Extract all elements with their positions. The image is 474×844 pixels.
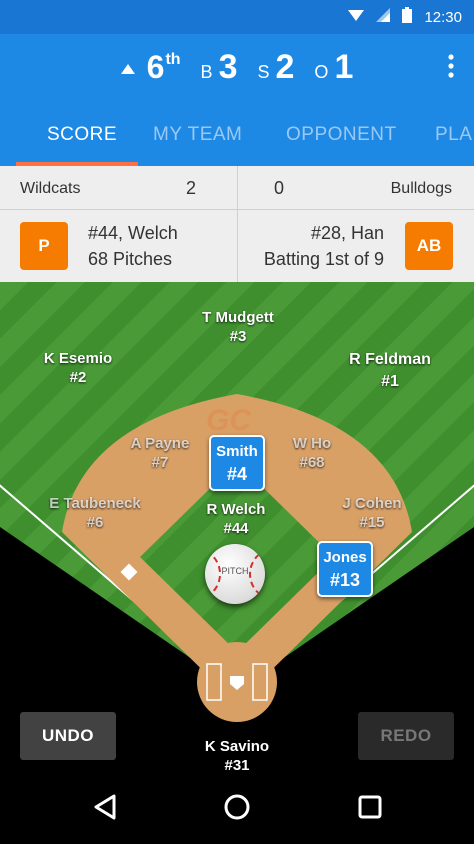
- home-icon[interactable]: [222, 792, 252, 822]
- fielder-third-base[interactable]: E Taubeneck #6: [40, 494, 150, 532]
- fielder-left-field[interactable]: K Esemio #2: [30, 349, 126, 387]
- balls-count: 3: [218, 48, 238, 86]
- pitch-button[interactable]: PITCH: [205, 544, 265, 604]
- current-pitcher[interactable]: #44, Welch 68 Pitches: [88, 220, 178, 272]
- fielder-name: K Savino: [204, 738, 270, 755]
- redo-button[interactable]: REDO: [358, 712, 454, 760]
- fielder-name: R Feldman: [349, 351, 431, 368]
- fielder-number: #68: [299, 454, 325, 471]
- status-time: 12:30: [424, 8, 462, 26]
- top-inning-arrow-icon: [120, 58, 135, 79]
- fielder-name: E Taubeneck: [49, 495, 141, 512]
- runner-name: Jones: [323, 549, 367, 566]
- pitch-label: PITCH: [221, 566, 249, 576]
- fielder-number: #44: [223, 520, 249, 537]
- status-icons: 12:30: [348, 7, 462, 27]
- back-icon[interactable]: [90, 792, 120, 822]
- fielder-number: #6: [86, 514, 104, 531]
- inning-indicator: 6th: [147, 49, 181, 86]
- fielder-number: #15: [359, 514, 385, 531]
- pitch-count: 68 Pitches: [88, 249, 173, 269]
- home-team-name: Wildcats: [20, 180, 81, 197]
- tab-opponent[interactable]: OPPONENT: [286, 124, 397, 146]
- current-batter[interactable]: #28, Han Batting 1st of 9: [264, 220, 384, 272]
- wifi-icon: [348, 8, 365, 26]
- runner-first-base[interactable]: Jones #13: [317, 541, 373, 597]
- fielder-number: #1: [381, 373, 399, 390]
- inning-suffix: th: [165, 51, 181, 68]
- home-team-score: 2: [186, 178, 197, 198]
- pitcher-name: #44, Welch: [88, 223, 178, 243]
- battery-icon: [402, 7, 413, 27]
- tab-plays[interactable]: PLA: [435, 124, 472, 146]
- tab-my-team[interactable]: MY TEAM: [153, 124, 242, 146]
- runner-second-base[interactable]: Smith #4: [209, 435, 265, 491]
- runner-number: #4: [226, 464, 248, 484]
- outs-label: O: [314, 62, 329, 82]
- game-count: 6th B 3 S 2 O 1: [0, 48, 474, 92]
- android-nav-bar: [0, 770, 474, 844]
- fielder-number: #7: [151, 454, 169, 471]
- undo-button[interactable]: UNDO: [20, 712, 116, 760]
- fielder-name: T Mudgett: [202, 309, 274, 326]
- gamechanger-logo: GC: [206, 404, 251, 437]
- away-team-name: Bulldogs: [390, 180, 452, 197]
- fielder-center-field[interactable]: T Mudgett #3: [190, 308, 286, 346]
- batting-order: Batting 1st of 9: [263, 249, 384, 269]
- fielder-number: #31: [224, 757, 250, 770]
- fielder-shortstop[interactable]: A Payne #7: [116, 434, 204, 472]
- fielder-pitcher[interactable]: R Welch #44: [192, 500, 280, 538]
- overflow-menu-icon[interactable]: [448, 54, 454, 82]
- runner-name: Smith: [216, 443, 258, 460]
- app-header: 6th B 3 S 2 O 1 SCORE MY TEAM OPPONENT P…: [0, 34, 474, 166]
- fielder-name: W Ho: [292, 435, 332, 452]
- fielder-number: #2: [69, 369, 87, 386]
- fielder-name: A Payne: [130, 435, 190, 452]
- fielder-catcher[interactable]: K Savino #31: [192, 737, 282, 770]
- tab-score[interactable]: SCORE: [47, 124, 117, 146]
- fielder-second-base[interactable]: W Ho #68: [272, 434, 352, 472]
- signal-icon: [376, 8, 391, 26]
- fielder-right-field[interactable]: R Feldman #1: [336, 349, 444, 393]
- fielder-name: K Esemio: [43, 350, 113, 367]
- outs-count: 1: [334, 48, 354, 86]
- pitcher-badge[interactable]: P: [20, 222, 68, 270]
- inning-number: 6: [146, 49, 165, 85]
- scoreboard: Wildcats 2 0 Bulldogs P #44, Welch 68 Pi…: [0, 166, 474, 282]
- scoreboard-divider: [237, 166, 238, 282]
- baseball-field: GC T Mudgett #3 K Esemio #2 R Feldman #1…: [0, 282, 474, 770]
- fielder-first-base[interactable]: J Cohen #15: [330, 494, 414, 532]
- strikes-count: 2: [275, 48, 295, 86]
- fielder-name: R Welch: [206, 501, 266, 518]
- batter-name: #28, Han: [310, 223, 384, 243]
- status-bar: 12:30: [0, 0, 474, 34]
- recents-icon[interactable]: [355, 792, 385, 822]
- tab-bar: SCORE MY TEAM OPPONENT PLA: [0, 118, 474, 166]
- at-bat-badge[interactable]: AB: [405, 222, 453, 270]
- fielder-name: J Cohen: [342, 495, 402, 512]
- balls-label: B: [200, 62, 213, 82]
- strikes-label: S: [257, 62, 270, 82]
- away-team-score: 0: [274, 178, 285, 198]
- fielder-number: #3: [229, 328, 247, 345]
- runner-number: #13: [329, 570, 361, 590]
